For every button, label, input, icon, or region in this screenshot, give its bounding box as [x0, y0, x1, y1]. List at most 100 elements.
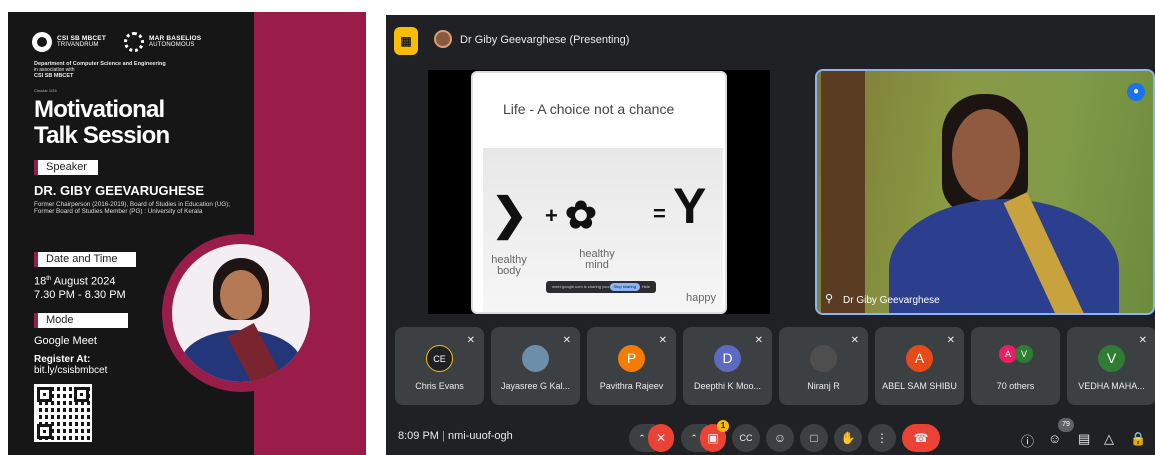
qr-finder: [37, 424, 52, 439]
chat-icon[interactable]: ▤: [1078, 431, 1090, 447]
speaker-photo: [172, 244, 310, 382]
equals-icon: =: [653, 201, 666, 226]
participant-name: ABEL SAM SHIBU: [882, 381, 957, 391]
stop-sharing-button[interactable]: Stop sharing: [609, 283, 640, 291]
participant-tile[interactable]: ✕ D Deepthi K Moo...: [683, 327, 772, 405]
hide-toast-button[interactable]: Hide: [638, 283, 654, 291]
poster-logos: CSI SB MBCET TRIVANDRUM MAR BASELIOS AUT…: [32, 32, 201, 52]
others-count: 70 others: [996, 381, 1035, 391]
happy-person-icon: Y: [673, 178, 707, 234]
avatar: CE: [426, 345, 453, 372]
captions-icon[interactable]: CC: [732, 424, 760, 452]
screen-share-toast: meet.google.com is sharing your screen. …: [546, 281, 656, 293]
presenter-label: Dr Giby Geevarghese (Presenting): [460, 34, 630, 46]
slide-heading: Life - A choice not a chance: [503, 101, 675, 117]
presentation-tile[interactable]: Life - A choice not a chance ❯ + ✿ = Y h…: [428, 70, 770, 314]
mar-baselios-line2: AUTONOMOUS: [149, 42, 195, 48]
camera-badge: 1: [717, 420, 729, 432]
avatar: V: [1015, 345, 1033, 363]
camera-off-icon[interactable]: ▣ 1: [700, 420, 729, 452]
mic-off-icon: ✕: [1138, 335, 1147, 346]
mode-label: Mode: [34, 313, 128, 328]
speaking-indicator-icon: ●: [1127, 83, 1145, 101]
participant-tile[interactable]: ✕ Jayasree G Kal...: [491, 327, 580, 405]
leave-call-icon[interactable]: ☎: [902, 424, 940, 452]
plus-icon: +: [545, 203, 558, 228]
more-options-icon[interactable]: ⋮: [868, 424, 896, 452]
shared-slide: Life - A choice not a chance ❯ + ✿ = Y h…: [471, 71, 727, 314]
event-date-time: 18th August 2024 7.30 PM - 8.30 PM: [34, 273, 126, 302]
poster-accent-band: [254, 12, 366, 455]
participant-name: Niranj R: [807, 381, 840, 391]
date-month: August 2024: [51, 275, 116, 288]
mic-off-icon: ✕: [562, 335, 571, 346]
speaker-camera-tile[interactable]: ● ⚲ Dr Giby Geevarghese: [815, 69, 1155, 315]
caption-happy: happy: [686, 292, 716, 304]
csi-emblem-icon: [32, 32, 52, 52]
mic-off-icon: ✕: [946, 335, 955, 346]
mic-off-icon: ✕: [754, 335, 763, 346]
department-text: Department of Computer Science and Engin…: [34, 61, 234, 79]
speaker-label: Speaker: [34, 160, 98, 175]
meeting-time: 8:09 PM: [398, 430, 439, 442]
participant-name: VEDHA MAHA...: [1078, 381, 1145, 391]
raise-hand-icon[interactable]: ✋: [834, 424, 862, 452]
emoji-icon[interactable]: ☺: [766, 424, 794, 452]
participant-tile[interactable]: ✕ Niranj R: [779, 327, 868, 405]
people-icon[interactable]: ☺: [1048, 431, 1061, 446]
register-title: Register At:: [34, 354, 91, 365]
qr-finder: [37, 387, 52, 402]
speaker-name: DR. GIBY GEEVARUGHESE: [34, 183, 204, 198]
avatar: D: [714, 345, 741, 372]
mic-off-icon[interactable]: ✕: [648, 424, 674, 452]
meet-window: ▦ Dr Giby Geevarghese (Presenting) Life …: [386, 15, 1155, 455]
mar-baselios-emblem-icon: [124, 32, 144, 52]
participant-tile[interactable]: ✕ V VEDHA MAHA...: [1067, 327, 1155, 405]
avatar: V: [1098, 345, 1125, 372]
screenshot-root: CSI SB MBCET TRIVANDRUM MAR BASELIOS AUT…: [0, 0, 1155, 455]
circular-number: Circular 1/24: [34, 88, 57, 93]
caption-healthy-mind: healthy mind: [579, 248, 615, 271]
participant-name: Deepthi K Moo...: [693, 381, 762, 391]
participant-name: Pavithra Rajeev: [599, 381, 664, 391]
poster-title: Motivational Talk Session: [34, 96, 170, 149]
mar-baselios-logo: MAR BASELIOS AUTONOMOUS: [124, 32, 201, 52]
register-link: bit.ly/csisbmbcet: [34, 365, 108, 376]
host-controls-icon[interactable]: 🔒: [1130, 431, 1146, 447]
csi-logo: CSI SB MBCET TRIVANDRUM: [32, 32, 106, 52]
csi-logo-line1: CSI SB MBCET: [57, 35, 106, 42]
participant-tile[interactable]: ✕ A ABEL SAM SHIBU: [875, 327, 964, 405]
pin-icon[interactable]: ⚲: [825, 292, 833, 305]
participant-name: Jayasree G Kal...: [500, 381, 571, 391]
meeting-code: nmi-uuof-ogh: [447, 430, 513, 442]
meeting-info: 8:09 PM | nmi-uuof-ogh: [398, 430, 513, 442]
participant-tile[interactable]: ✕ CE Chris Evans: [395, 327, 484, 405]
presentation-icon[interactable]: ▦: [394, 27, 418, 55]
qr-code-icon: [34, 384, 92, 442]
participant-name: Chris Evans: [415, 381, 464, 391]
avatar: [522, 345, 549, 372]
speaker-credentials: Former Chairperson (2016-2019), Board of…: [34, 201, 230, 215]
others-tile[interactable]: A V 70 others: [971, 327, 1060, 405]
csi-logo-line2: TRIVANDRUM: [57, 42, 99, 48]
mar-baselios-line1: MAR BASELIOS: [149, 35, 202, 42]
date-day: 18: [34, 275, 47, 288]
dept-line3: CSI SB MBCET: [34, 73, 74, 79]
mic-off-icon: ✕: [850, 335, 859, 346]
poster-title-line2: Talk Session: [34, 122, 170, 149]
presenter-avatar: [434, 30, 452, 48]
meet-top-bar: ▦ Dr Giby Geevarghese (Presenting): [386, 15, 1155, 67]
mic-off-icon: ✕: [466, 335, 475, 346]
people-count: 79: [1058, 418, 1074, 432]
present-screen-icon[interactable]: □: [800, 424, 828, 452]
mode-value: Google Meet: [34, 335, 97, 347]
date-time-label: Date and Time: [34, 252, 136, 267]
caption-healthy-body: healthy body: [491, 254, 527, 277]
info-icon[interactable]: ⓘ: [1021, 431, 1034, 450]
activities-icon[interactable]: △: [1104, 431, 1114, 447]
qr-finder: [74, 387, 89, 402]
event-time: 7.30 PM - 8.30 PM: [34, 288, 126, 301]
participant-tile[interactable]: ✕ P Pavithra Rajeev: [587, 327, 676, 405]
poster-title-line1: Motivational: [34, 96, 165, 123]
participant-strip: ✕ CE Chris Evans ✕ Jayasree G Kal... ✕ P…: [395, 327, 1155, 405]
